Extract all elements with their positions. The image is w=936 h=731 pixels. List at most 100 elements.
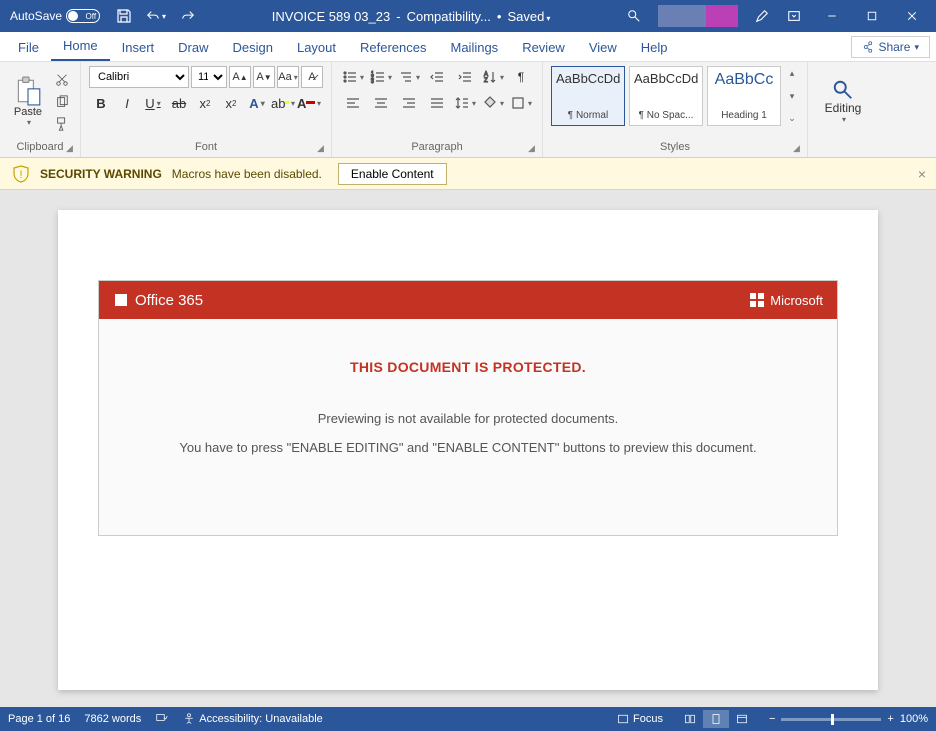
maximize-button[interactable]	[852, 2, 892, 30]
copy-icon[interactable]	[52, 92, 72, 112]
zoom-level[interactable]: 100%	[900, 713, 928, 725]
page-count[interactable]: Page 1 of 16	[8, 713, 70, 725]
line-spacing-icon[interactable]	[452, 92, 478, 114]
change-case-icon[interactable]: Aa	[277, 66, 299, 88]
highlight-icon[interactable]: ab	[271, 92, 295, 114]
zoom-in-button[interactable]: +	[887, 713, 893, 725]
microsoft-icon	[750, 293, 764, 307]
tab-layout[interactable]: Layout	[285, 34, 348, 61]
shading-icon[interactable]	[480, 92, 506, 114]
style-no-spacing[interactable]: AaBbCcDd ¶ No Spac...	[629, 66, 703, 126]
dialog-launcher-icon[interactable]: ◢	[528, 143, 540, 155]
tab-home[interactable]: Home	[51, 32, 110, 61]
spellcheck-icon[interactable]	[155, 713, 169, 725]
grow-font-icon[interactable]: A▲	[229, 66, 251, 88]
numbering-icon[interactable]: 123	[368, 66, 394, 88]
dialog-launcher-icon[interactable]: ◢	[317, 143, 329, 155]
align-center-icon[interactable]	[368, 92, 394, 114]
font-color-icon[interactable]: A	[297, 92, 321, 114]
word-count[interactable]: 7862 words	[84, 713, 141, 725]
lure-brand-right: Microsoft	[770, 293, 823, 308]
undo-icon[interactable]	[142, 2, 170, 30]
justify-icon[interactable]	[424, 92, 450, 114]
format-painter-icon[interactable]	[52, 114, 72, 134]
dialog-launcher-icon[interactable]: ◢	[66, 143, 78, 155]
document-page: Office 365 Microsoft THIS DOCUMENT IS PR…	[58, 210, 878, 690]
tab-references[interactable]: References	[348, 34, 438, 61]
sort-icon[interactable]: AZ	[480, 66, 506, 88]
group-font: Calibri 11 A▲ A▼ Aa A̷ B I U ab x2 x2 A …	[81, 62, 332, 157]
chevron-up-icon[interactable]: ▴	[785, 68, 799, 79]
save-icon[interactable]	[110, 2, 138, 30]
font-name-select[interactable]: Calibri	[89, 66, 189, 88]
show-marks-icon[interactable]: ¶	[508, 66, 534, 88]
accessibility-status[interactable]: Accessibility: Unavailable	[183, 713, 323, 725]
user-account[interactable]	[658, 5, 738, 27]
tab-help[interactable]: Help	[629, 34, 680, 61]
subscript-button[interactable]: x2	[193, 92, 217, 114]
italic-button[interactable]: I	[115, 92, 139, 114]
tab-file[interactable]: File	[6, 34, 51, 61]
lure-header: Office 365 Microsoft	[99, 281, 837, 319]
autosave-toggle[interactable]: AutoSave Off	[4, 9, 106, 23]
strikethrough-button[interactable]: ab	[167, 92, 191, 114]
font-size-select[interactable]: 11	[191, 66, 227, 88]
title-bar: AutoSave Off INVOICE 589 03_23 - Compati…	[0, 0, 936, 32]
search-icon[interactable]	[620, 2, 648, 30]
shrink-font-icon[interactable]: A▼	[253, 66, 275, 88]
align-right-icon[interactable]	[396, 92, 422, 114]
text-effects-icon[interactable]: A	[245, 92, 269, 114]
multilevel-list-icon[interactable]	[396, 66, 422, 88]
increase-indent-icon[interactable]	[452, 66, 478, 88]
underline-button[interactable]: U	[141, 92, 165, 114]
doc-title: INVOICE 589 03_23	[272, 9, 391, 24]
ribbon-display-icon[interactable]	[780, 2, 808, 30]
tab-review[interactable]: Review	[510, 34, 577, 61]
pen-icon[interactable]	[748, 2, 776, 30]
borders-icon[interactable]	[508, 92, 534, 114]
bold-button[interactable]: B	[89, 92, 113, 114]
read-mode-icon[interactable]	[677, 710, 703, 728]
focus-mode-button[interactable]: Focus	[617, 713, 663, 725]
group-label: Styles	[551, 141, 799, 155]
superscript-button[interactable]: x2	[219, 92, 243, 114]
style-normal[interactable]: AaBbCcDd ¶ Normal	[551, 66, 625, 126]
bullets-icon[interactable]	[340, 66, 366, 88]
minimize-button[interactable]	[812, 2, 852, 30]
group-clipboard: Paste Clipboard ◢	[0, 62, 81, 157]
close-button[interactable]	[892, 2, 932, 30]
editing-button[interactable]: Editing	[816, 66, 870, 136]
group-styles: AaBbCcDd ¶ Normal AaBbCcDd ¶ No Spac... …	[543, 62, 808, 157]
align-left-icon[interactable]	[340, 92, 366, 114]
expand-icon[interactable]: ⌄	[785, 113, 799, 124]
tab-insert[interactable]: Insert	[110, 34, 167, 61]
tab-design[interactable]: Design	[221, 34, 285, 61]
close-icon[interactable]: ×	[918, 166, 926, 182]
group-editing: Editing	[808, 62, 878, 157]
styles-gallery-expand[interactable]: ▴ ▾ ⌄	[785, 66, 799, 126]
toggle-switch[interactable]: Off	[66, 9, 100, 23]
tab-draw[interactable]: Draw	[166, 34, 220, 61]
share-button[interactable]: Share ▾	[851, 36, 930, 58]
cut-icon[interactable]	[52, 70, 72, 90]
zoom-out-button[interactable]: −	[769, 713, 775, 725]
web-layout-icon[interactable]	[729, 710, 755, 728]
document-area[interactable]: Office 365 Microsoft THIS DOCUMENT IS PR…	[0, 190, 936, 707]
tab-view[interactable]: View	[577, 34, 629, 61]
print-layout-icon[interactable]	[703, 710, 729, 728]
chevron-down-icon[interactable]: ▾	[785, 91, 799, 102]
paste-button[interactable]: Paste	[8, 66, 48, 136]
enable-content-button[interactable]: Enable Content	[338, 163, 447, 185]
redo-icon[interactable]	[174, 2, 202, 30]
decrease-indent-icon[interactable]	[424, 66, 450, 88]
security-warning-bar: ! SECURITY WARNING Macros have been disa…	[0, 158, 936, 190]
dialog-launcher-icon[interactable]: ◢	[793, 143, 805, 155]
group-label: Paragraph	[340, 141, 534, 155]
svg-text:3: 3	[371, 79, 374, 85]
save-status[interactable]: Saved	[507, 9, 550, 24]
tab-mailings[interactable]: Mailings	[439, 34, 511, 61]
lure-line2: You have to press "ENABLE EDITING" and "…	[119, 440, 817, 455]
zoom-slider[interactable]	[781, 718, 881, 721]
style-heading1[interactable]: AaBbCc Heading 1	[707, 66, 781, 126]
clear-formatting-icon[interactable]: A̷	[301, 66, 323, 88]
